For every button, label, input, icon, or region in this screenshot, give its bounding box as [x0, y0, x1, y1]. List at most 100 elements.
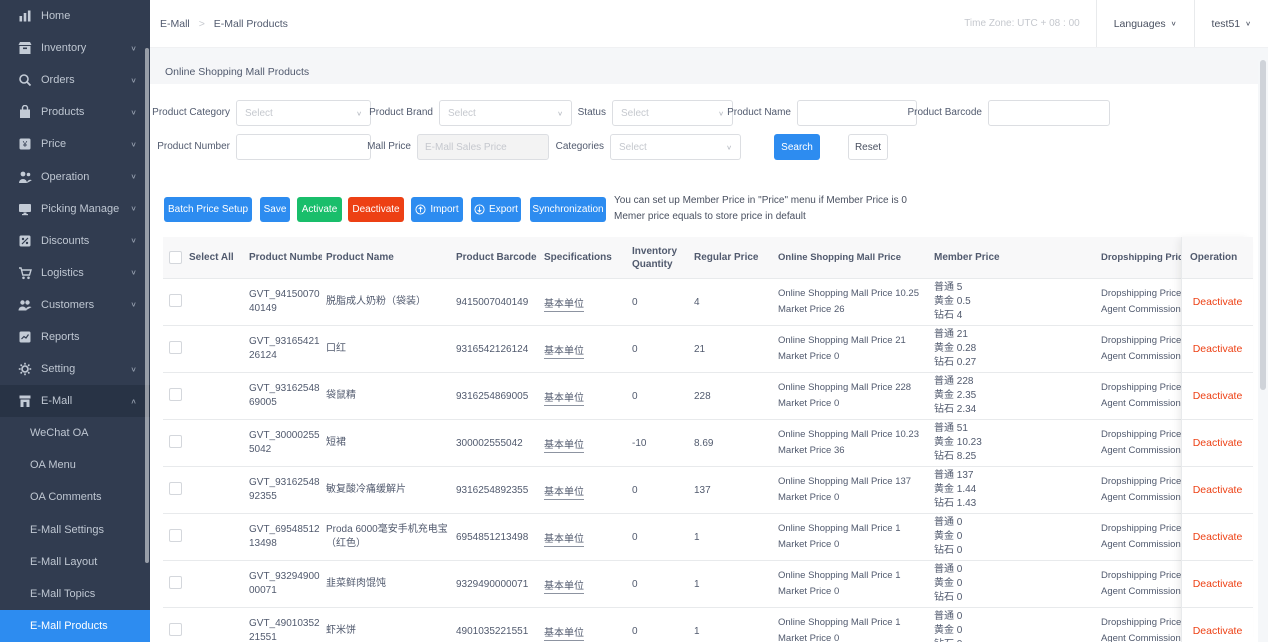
chevron-down-icon: ∨: [1171, 20, 1177, 27]
sidebar-item-reports[interactable]: Reports: [0, 321, 150, 353]
cell-product-number: GVT_6954851213498: [245, 523, 322, 551]
header-regular-price: Regular Price: [690, 252, 772, 263]
sidebar-item-label: Operation: [41, 171, 89, 183]
sidebar-item-inventory[interactable]: Inventory∨: [0, 32, 150, 64]
breadcrumb: E-Mall > E-Mall Products: [150, 18, 288, 30]
specifications-link[interactable]: 基本单位: [544, 393, 584, 406]
specifications-link[interactable]: 基本单位: [544, 346, 584, 359]
row-checkbox[interactable]: [169, 435, 182, 448]
svg-text:¥: ¥: [22, 140, 28, 149]
sidebar-subitem-e-mall-settings[interactable]: E-Mall Settings: [0, 514, 150, 546]
sidebar-item-label: Discounts: [41, 235, 89, 247]
specifications-link[interactable]: 基本单位: [544, 299, 584, 312]
row-checkbox[interactable]: [169, 529, 182, 542]
page-scrollbar-thumb[interactable]: [1260, 60, 1266, 390]
import-button[interactable]: Import: [411, 197, 463, 222]
deactivate-link[interactable]: Deactivate: [1182, 420, 1253, 467]
cell-inventory-quantity: 0: [628, 485, 690, 496]
sidebar-subitem-oa-menu[interactable]: OA Menu: [0, 449, 150, 481]
row-checkbox[interactable]: [169, 482, 182, 495]
page-scrollbar[interactable]: [1260, 0, 1266, 642]
upload-icon: [415, 204, 426, 215]
sidebar-subitem-e-mall-products[interactable]: E-Mall Products: [0, 610, 150, 642]
sidebar-item-setting[interactable]: Setting∨: [0, 353, 150, 385]
deactivate-button[interactable]: Deactivate: [348, 197, 404, 222]
topbar-right: Time Zone: UTC + 08 : 00 Languages ∨ tes…: [964, 0, 1268, 47]
sidebar-scrollbar[interactable]: [145, 48, 149, 563]
sidebar-item-logistics[interactable]: Logistics∨: [0, 257, 150, 289]
sidebar-item-home[interactable]: Home: [0, 0, 150, 32]
deactivate-link[interactable]: Deactivate: [1182, 279, 1253, 326]
user-label: test51: [1212, 18, 1241, 30]
sidebar-item-customers[interactable]: Customers∨: [0, 289, 150, 321]
table-row: GVT_300002555042 短裙 300002555042 基本单位 -1…: [163, 420, 1181, 467]
sidebar-subitem-wechat-oa[interactable]: WeChat OA: [0, 417, 150, 449]
cell-online-price: Online Shopping Mall Price 228Market Pri…: [772, 380, 928, 412]
deactivate-link[interactable]: Deactivate: [1182, 467, 1253, 514]
cell-product-name: 韭菜鲜肉馄饨: [322, 577, 452, 591]
synchronization-button[interactable]: Synchronization: [530, 197, 606, 222]
products-table: Select All Product Number Product Name P…: [163, 237, 1181, 642]
cell-product-barcode: 300002555042: [452, 438, 540, 449]
breadcrumb-section[interactable]: E-Mall: [160, 18, 190, 30]
sidebar-subitem-e-mall-topics[interactable]: E-Mall Topics: [0, 578, 150, 610]
specifications-link[interactable]: 基本单位: [544, 487, 584, 500]
cell-regular-price: 8.69: [690, 438, 772, 449]
cell-product-number: GVT_9415007040149: [245, 288, 322, 316]
header-online-price: Online Shopping Mall Price: [772, 250, 928, 266]
row-checkbox[interactable]: [169, 294, 182, 307]
specifications-link[interactable]: 基本单位: [544, 628, 584, 641]
time-zone-label: Time Zone: UTC + 08 : 00: [964, 18, 1096, 29]
row-checkbox[interactable]: [169, 623, 182, 636]
export-button[interactable]: Export: [471, 197, 521, 222]
select-all-label: Select All: [189, 252, 234, 263]
sidebar-item-e-mall[interactable]: E-Mall∧: [0, 385, 150, 417]
row-checkbox[interactable]: [169, 576, 182, 589]
main-area: E-Mall > E-Mall Products Time Zone: UTC …: [150, 0, 1268, 642]
row-checkbox[interactable]: [169, 341, 182, 354]
batch-price-setup-button[interactable]: Batch Price Setup: [164, 197, 252, 222]
languages-menu[interactable]: Languages ∨: [1096, 0, 1194, 47]
cell-inventory-quantity: 0: [628, 344, 690, 355]
header-member-price: Member Price: [928, 251, 1095, 265]
deactivate-link[interactable]: Deactivate: [1182, 514, 1253, 561]
cell-product-name: 袋鼠精: [322, 389, 452, 403]
chevron-down-icon: ∨: [130, 236, 137, 245]
cell-regular-price: 137: [690, 485, 772, 496]
sidebar-subitem-e-mall-layout[interactable]: E-Mall Layout: [0, 546, 150, 578]
cell-regular-price: 228: [690, 391, 772, 402]
search-button[interactable]: Search: [774, 134, 820, 160]
specifications-link[interactable]: 基本单位: [544, 440, 584, 453]
deactivate-link[interactable]: Deactivate: [1182, 373, 1253, 420]
header-operation: Operation: [1182, 237, 1253, 279]
specifications-link[interactable]: 基本单位: [544, 581, 584, 594]
user-menu[interactable]: test51 ∨: [1194, 0, 1268, 47]
deactivate-link[interactable]: Deactivate: [1182, 608, 1253, 642]
import-label: Import: [430, 204, 458, 215]
deactivate-link[interactable]: Deactivate: [1182, 326, 1253, 373]
cell-product-name: Proda 6000毫安手机充电宝（红色）: [322, 523, 452, 551]
sidebar-item-price[interactable]: ¥Price∨: [0, 128, 150, 160]
table-row: GVT_9316254892355 敏复酸冷痛缓解片 9316254892355…: [163, 467, 1181, 514]
sidebar-item-operation[interactable]: Operation∨: [0, 160, 150, 192]
activate-button[interactable]: Activate: [297, 197, 342, 222]
cell-product-name: 口红: [322, 342, 452, 356]
sidebar-item-products[interactable]: Products∨: [0, 96, 150, 128]
topbar: E-Mall > E-Mall Products Time Zone: UTC …: [150, 0, 1268, 48]
sidebar-subitem-oa-comments[interactable]: OA Comments: [0, 481, 150, 513]
save-button[interactable]: Save: [260, 197, 290, 222]
categories-select[interactable]: Select ∨: [610, 134, 741, 160]
product-barcode-input[interactable]: [988, 100, 1110, 126]
cell-dropshipping-price: Dropshipping Price: 1Agent Commission: 1…: [1095, 568, 1181, 600]
cell-dropshipping-price: Dropshipping Price: 13Agent Commission: …: [1095, 474, 1181, 506]
specifications-link[interactable]: 基本单位: [544, 534, 584, 547]
header-product-barcode: Product Barcode: [452, 252, 540, 263]
sidebar-item-picking-manage[interactable]: Picking Manage∨: [0, 193, 150, 225]
cell-product-number: GVT_300002555042: [245, 429, 322, 457]
select-all-checkbox[interactable]: [169, 251, 182, 264]
row-checkbox[interactable]: [169, 388, 182, 401]
sidebar-item-discounts[interactable]: Discounts ∨: [0, 225, 150, 257]
sidebar-item-orders[interactable]: Orders∨: [0, 64, 150, 96]
deactivate-link[interactable]: Deactivate: [1182, 561, 1253, 608]
reset-button[interactable]: Reset: [848, 134, 888, 160]
